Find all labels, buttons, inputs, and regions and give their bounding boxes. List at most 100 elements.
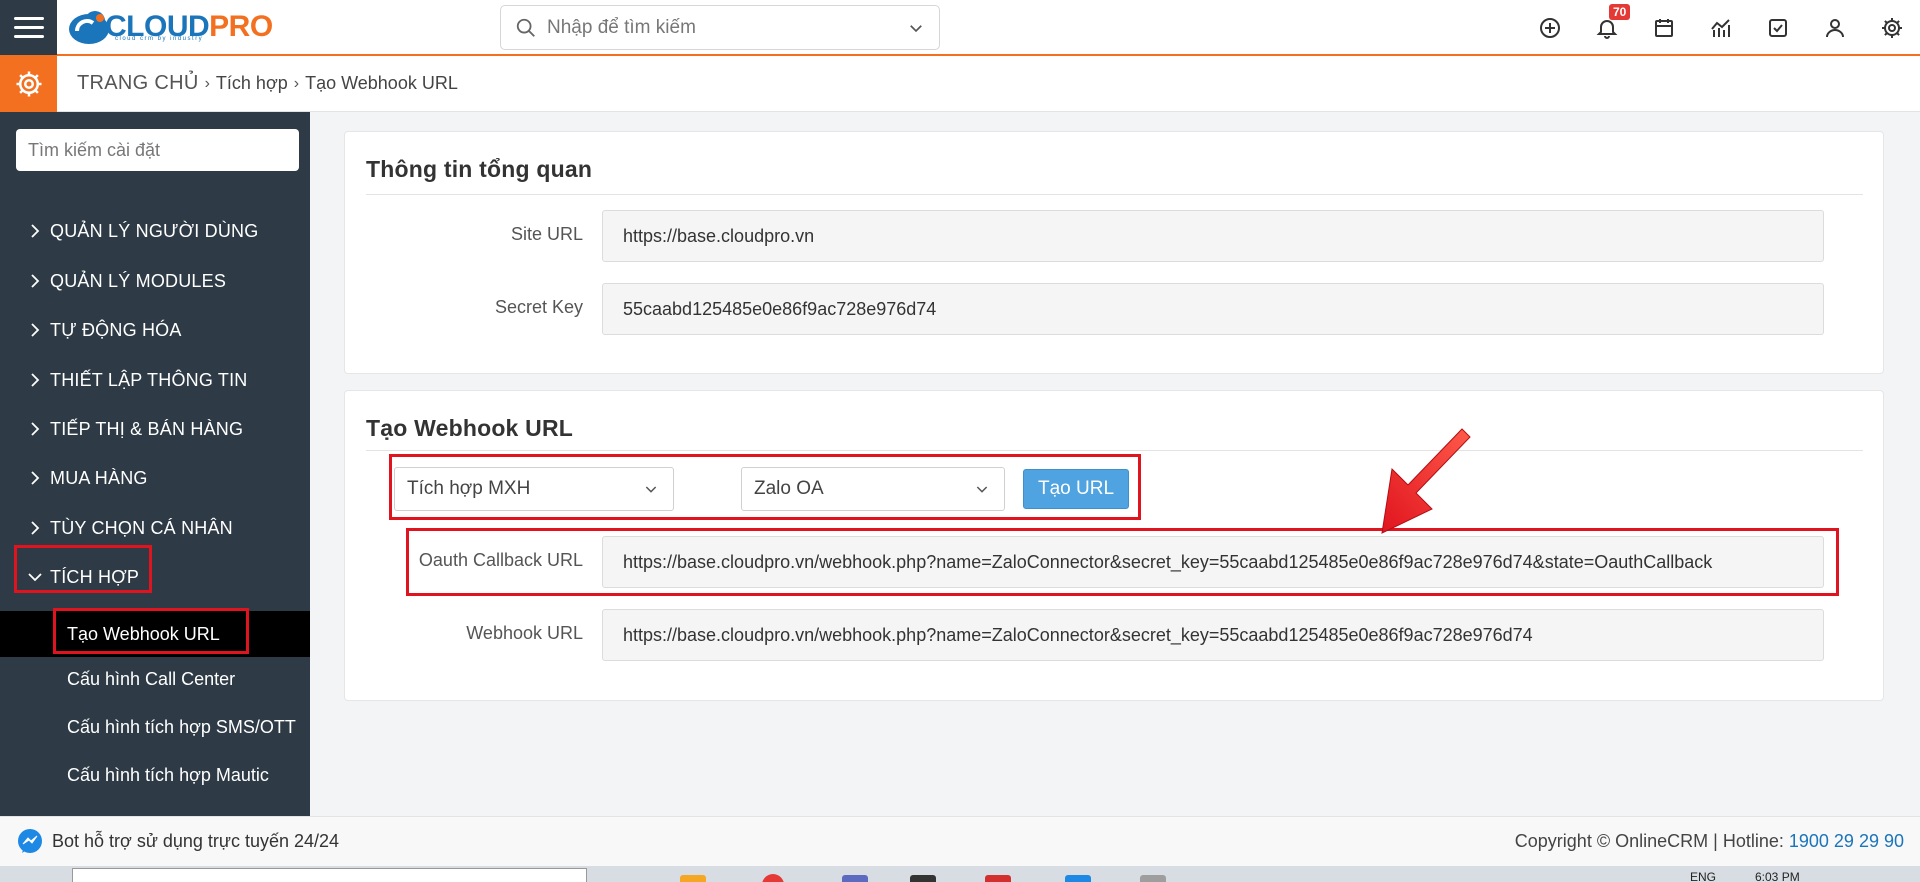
tasks-button[interactable] <box>1749 0 1806 56</box>
sidebar-subitem-label: Tạo Webhook URL <box>67 623 220 644</box>
webhook-title: Tạo Webhook URL <box>366 415 574 441</box>
hotline-label: Hotline: <box>1722 831 1784 851</box>
webhook-card: Tạo Webhook URL Tích hợp MXH Zalo OA Tạo… <box>344 390 1884 701</box>
sidebar-item-purchasing[interactable]: MUA HÀNG <box>0 458 310 498</box>
taskbar-app-icon[interactable] <box>910 875 936 882</box>
chevron-right-icon <box>26 371 44 389</box>
chevron-right-icon <box>26 222 44 240</box>
sidebar-item-label: TỰ ĐỘNG HÓA <box>50 319 182 340</box>
settings-search-input[interactable] <box>16 129 299 171</box>
global-search[interactable] <box>500 5 940 50</box>
sidebar-item-personal-options[interactable]: TÙY CHỌN CÁ NHÂN <box>0 508 310 548</box>
top-header: CLOUDPRO cloud crm by industry 70 <box>0 0 1920 56</box>
secret-key-label: Secret Key <box>494 297 583 317</box>
sidebar-item-label: TIẾP THỊ & BÁN HÀNG <box>50 418 244 439</box>
breadcrumb-current: Tạo Webhook URL <box>305 73 458 93</box>
taskbar-app-icon[interactable] <box>1065 875 1091 882</box>
footer: Bot hỗ trợ sử dụng trực tuyến 24/24 Copy… <box>0 816 1920 866</box>
messenger-icon <box>18 828 42 853</box>
breadcrumb: TRANG CHỦ › Tích hợp › Tạo Webhook URL <box>77 72 458 95</box>
taskbar-app-icon[interactable] <box>680 875 706 882</box>
taskbar-clock[interactable]: 6:03 PM <box>1755 870 1800 882</box>
oauth-callback-field[interactable]: https://base.cloudpro.vn/webhook.php?nam… <box>602 536 1824 588</box>
chevron-right-icon <box>26 519 44 537</box>
chevron-right-icon: › <box>293 74 300 92</box>
support-bot-text: Bot hỗ trợ sử dụng trực tuyến 24/24 <box>52 831 340 851</box>
sidebar-item-automation[interactable]: TỰ ĐỘNG HÓA <box>0 310 310 350</box>
cloudpro-logo[interactable]: CLOUDPRO cloud crm by industry <box>67 0 273 55</box>
user-icon <box>1825 19 1844 38</box>
overview-title: Thông tin tổng quan <box>366 156 593 182</box>
sidebar-item-user-management[interactable]: QUẢN LÝ NGƯỜI DÙNG <box>0 211 310 251</box>
chevron-right-icon <box>26 272 44 290</box>
sidebar-subitem-label: Cấu hình tích hợp SMS/OTT <box>67 716 296 737</box>
gear-icon <box>16 71 41 96</box>
reports-button[interactable] <box>1692 0 1749 56</box>
webhook-url-field[interactable]: https://base.cloudpro.vn/webhook.php?nam… <box>602 609 1824 661</box>
hamburger-menu-icon[interactable] <box>0 0 57 55</box>
notification-badge: 70 <box>1609 4 1631 20</box>
sidebar-item-label: TÙY CHỌN CÁ NHÂN <box>50 517 233 538</box>
sidebar-subitem-sms-ott[interactable]: Cấu hình tích hợp SMS/OTT <box>0 704 310 750</box>
taskbar-app-icon[interactable] <box>985 875 1011 882</box>
sidebar-item-label: THIẾT LẬP THÔNG TIN <box>50 369 248 390</box>
settings-button[interactable] <box>1863 0 1920 56</box>
settings-tile[interactable] <box>0 55 57 112</box>
cloud-logo-icon <box>67 7 111 47</box>
chevron-right-icon <box>26 469 44 487</box>
connector-value: Zalo OA <box>754 478 824 499</box>
search-icon <box>516 18 535 37</box>
overview-card: Thông tin tổng quan Site URL https://bas… <box>344 131 1884 374</box>
plus-circle-icon <box>1539 18 1560 38</box>
breadcrumb-home[interactable]: TRANG CHỦ <box>77 72 199 95</box>
calendar-icon <box>1654 19 1673 37</box>
chevron-down-icon <box>645 486 657 493</box>
sidebar-subitem-call-center[interactable]: Cấu hình Call Center <box>0 656 310 702</box>
secret-key-field[interactable]: 55caabd125485e0e86f9ac728e976d74 <box>602 283 1824 335</box>
taskbar-search-box[interactable] <box>72 868 587 882</box>
webhook-divider <box>366 450 1863 451</box>
taskbar-app-icon[interactable] <box>1140 875 1166 882</box>
profile-button[interactable] <box>1806 0 1863 56</box>
taskbar-app-icon[interactable] <box>842 875 868 882</box>
overview-divider <box>366 194 1863 195</box>
sidebar-item-label: QUẢN LÝ MODULES <box>50 270 227 291</box>
breadcrumb-integration[interactable]: Tích hợp <box>216 73 288 94</box>
red-arrow-icon <box>1381 428 1471 534</box>
hotline-number[interactable]: 1900 29 29 90 <box>1789 831 1904 851</box>
support-bot-link[interactable]: Bot hỗ trợ sử dụng trực tuyến 24/24 <box>16 828 339 856</box>
taskbar-language[interactable]: ENG <box>1690 870 1716 882</box>
logo-tagline: cloud crm by industry <box>115 36 204 42</box>
webhook-url-label: Webhook URL <box>466 623 583 643</box>
chevron-down-icon <box>26 568 44 586</box>
sidebar-subitem-mautic[interactable]: Cấu hình tích hợp Mautic <box>0 752 310 798</box>
sidebar-item-label: TÍCH HỢP <box>50 566 140 587</box>
sidebar-item-module-management[interactable]: QUẢN LÝ MODULES <box>0 261 310 301</box>
sidebar-subitem-label: Cấu hình Call Center <box>67 668 236 689</box>
chevron-right-icon <box>26 321 44 339</box>
sidebar-subitem-label: Cấu hình tích hợp Mautic <box>67 764 269 785</box>
sidebar-item-info-setup[interactable]: THIẾT LẬP THÔNG TIN <box>0 360 310 400</box>
breadcrumb-bar: TRANG CHỦ › Tích hợp › Tạo Webhook URL <box>0 55 1920 112</box>
sidebar-item-integration[interactable]: TÍCH HỢP <box>0 557 310 597</box>
chevron-down-icon[interactable] <box>907 19 925 37</box>
site-url-label: Site URL <box>510 224 583 244</box>
sidebar-item-marketing-sales[interactable]: TIẾP THỊ & BÁN HÀNG <box>0 409 310 449</box>
chart-icon <box>1710 19 1730 37</box>
site-url-field[interactable]: https://base.cloudpro.vn <box>602 210 1824 262</box>
global-search-input[interactable] <box>547 16 907 39</box>
settings-sidebar: QUẢN LÝ NGƯỜI DÙNG QUẢN LÝ MODULES TỰ ĐỘ… <box>0 112 310 816</box>
calendar-button[interactable] <box>1635 0 1692 56</box>
integration-type-select[interactable]: Tích hợp MXH <box>394 467 674 511</box>
add-record-button[interactable] <box>1521 0 1578 56</box>
header-toolbar: 70 <box>1521 0 1920 56</box>
sidebar-subitem-webhook-url[interactable]: Tạo Webhook URL <box>0 611 310 657</box>
sidebar-item-label: MUA HÀNG <box>50 467 148 488</box>
taskbar-chrome-icon[interactable] <box>762 874 784 882</box>
gear-icon <box>1881 18 1902 38</box>
logo-accent-text: PRO <box>209 10 273 43</box>
chevron-right-icon: › <box>204 74 210 92</box>
create-url-button[interactable]: Tạo URL <box>1023 469 1129 509</box>
connector-select[interactable]: Zalo OA <box>741 467 1005 511</box>
notifications-button[interactable]: 70 <box>1578 0 1635 56</box>
